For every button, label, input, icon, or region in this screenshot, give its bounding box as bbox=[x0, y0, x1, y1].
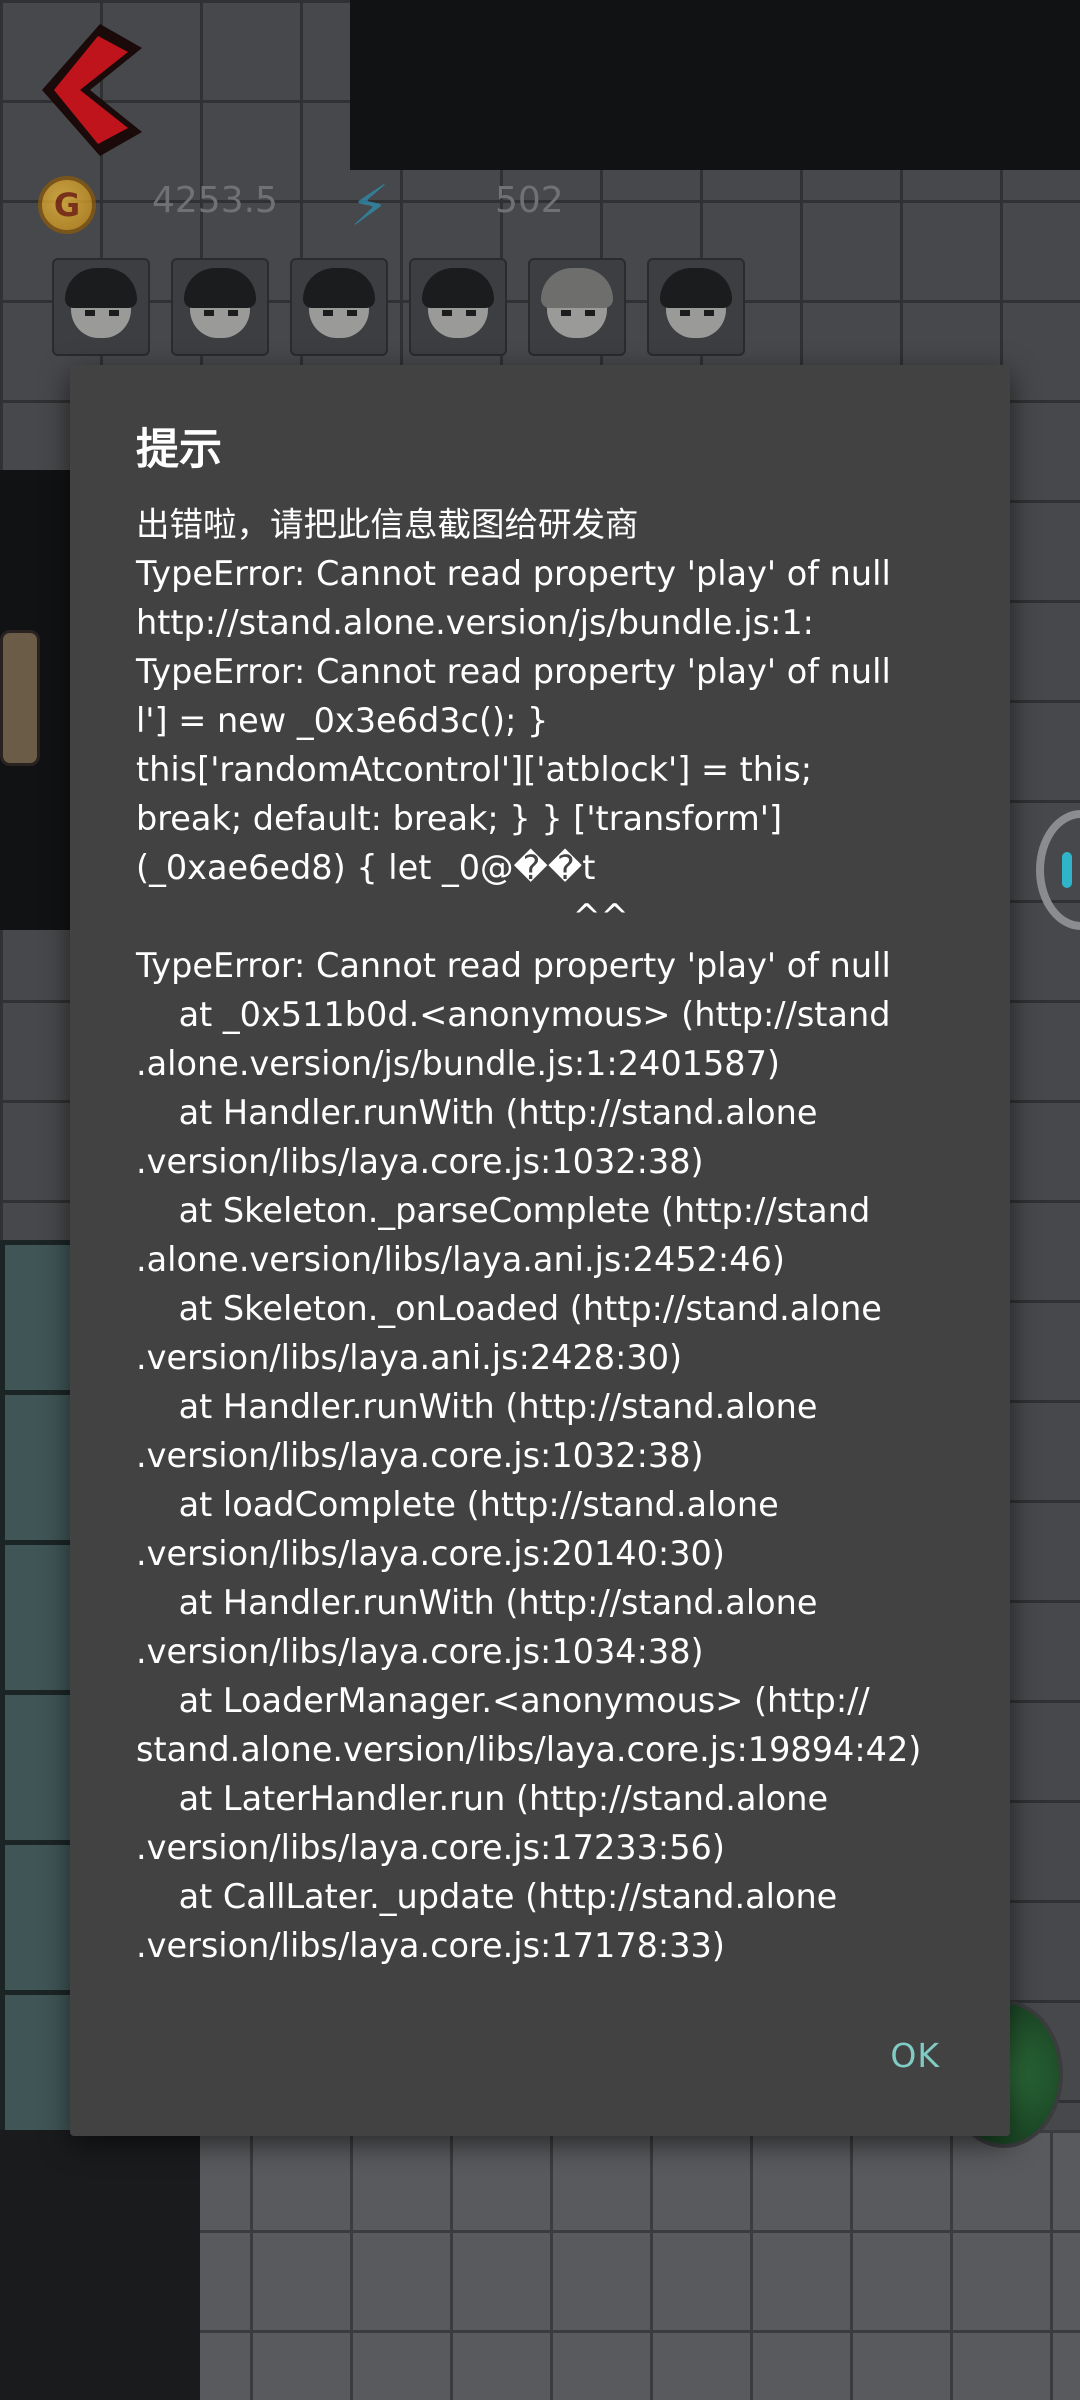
character-avatar-bar bbox=[52, 258, 745, 356]
side-ring-button[interactable] bbox=[1036, 810, 1080, 930]
dialog-message-line: TypeError: Cannot read property 'play' o… bbox=[136, 946, 891, 985]
dialog-message-line: .alone.version/js/bundle.js:1:2401587) bbox=[136, 1044, 780, 1083]
character-avatar-1[interactable] bbox=[52, 258, 150, 356]
dialog-message-line: at loadComplete (http://stand.alone bbox=[136, 1485, 779, 1524]
energy-value: 502 bbox=[495, 180, 564, 221]
dark-floor-area bbox=[0, 2130, 200, 2400]
dialog-message-line: this['randomAtcontrol']['atblock'] = thi… bbox=[136, 750, 813, 789]
dialog-message-line: TypeError: Cannot read property 'play' o… bbox=[136, 554, 891, 593]
energy-bolt-icon: ⚡ bbox=[350, 174, 390, 239]
error-dialog: 提示 出错啦，请把此信息截图给研发商 TypeError: Cannot read… bbox=[70, 365, 1010, 2136]
dark-floor-area bbox=[350, 0, 1080, 170]
character-avatar-2[interactable] bbox=[171, 258, 269, 356]
ok-button[interactable]: OK bbox=[880, 2030, 950, 2081]
dialog-message-line: http://stand.alone.version/js/bundle.js:… bbox=[136, 603, 814, 642]
dialog-message-line: .version/libs/laya.core.js:1032:38) bbox=[136, 1142, 704, 1181]
dialog-message-line: at CallLater._update (http://stand.alone bbox=[136, 1877, 838, 1916]
floor-tiles bbox=[150, 2130, 1080, 2400]
dialog-message-line: at Handler.runWith (http://stand.alone bbox=[136, 1387, 818, 1426]
dialog-message-line: at Handler.runWith (http://stand.alone bbox=[136, 1093, 818, 1132]
character-avatar-4[interactable] bbox=[409, 258, 507, 356]
dialog-message-line: at Handler.runWith (http://stand.alone bbox=[136, 1583, 818, 1622]
dialog-message-line: .version/libs/laya.core.js:17233:56) bbox=[136, 1828, 725, 1867]
dialog-message-line: ^^ bbox=[136, 897, 629, 936]
dialog-message-line: break; default: break; } } ['transform'] bbox=[136, 799, 783, 838]
character-avatar-5[interactable] bbox=[528, 258, 626, 356]
dialog-message-line: at _0x511b0d.<anonymous> (http://stand bbox=[136, 995, 891, 1034]
dialog-message-line: .version/libs/laya.core.js:17178:33) bbox=[136, 1926, 725, 1965]
back-arrow-icon[interactable] bbox=[30, 20, 150, 160]
dialog-message-line: .version/libs/laya.ani.js:2428:30) bbox=[136, 1338, 683, 1377]
dialog-message-line: at Skeleton._parseComplete (http://stand bbox=[136, 1191, 871, 1230]
dialog-message-line: .version/libs/laya.core.js:20140:30) bbox=[136, 1534, 725, 1573]
character-avatar-3[interactable] bbox=[290, 258, 388, 356]
character-avatar-6[interactable] bbox=[647, 258, 745, 356]
dialog-message-line: TypeError: Cannot read property 'play' o… bbox=[136, 652, 891, 691]
dialog-message-line: at LoaderManager.<anonymous> (http:// bbox=[136, 1681, 870, 1720]
dialog-message-line: .version/libs/laya.core.js:1034:38) bbox=[136, 1632, 704, 1671]
dialog-message-line: at LaterHandler.run (http://stand.alone bbox=[136, 1779, 829, 1818]
dialog-message-line: .alone.version/libs/laya.ani.js:2452:46) bbox=[136, 1240, 785, 1279]
coin-icon: G bbox=[38, 176, 96, 234]
dialog-message-line: .version/libs/laya.core.js:1032:38) bbox=[136, 1436, 704, 1475]
dialog-message-line: at Skeleton._onLoaded (http://stand.alon… bbox=[136, 1289, 882, 1328]
dialog-message-line: 出错啦，请把此信息截图给研发商 bbox=[136, 505, 639, 544]
dialog-message-line: l'] = new _0x3e6d3c(); } bbox=[136, 701, 549, 740]
dialog-message-line: stand.alone.version/libs/laya.core.js:19… bbox=[136, 1730, 922, 1769]
dialog-title: 提示 bbox=[136, 425, 222, 475]
coin-icon-letter: G bbox=[53, 186, 81, 224]
side-object bbox=[0, 630, 40, 766]
coins-value: 4253.5 bbox=[152, 180, 278, 221]
dialog-message: 出错啦，请把此信息截图给研发商 TypeError: Cannot read pr… bbox=[136, 500, 996, 1970]
dialog-message-line: (_0xae6ed8) { let _0@��t bbox=[136, 848, 596, 887]
